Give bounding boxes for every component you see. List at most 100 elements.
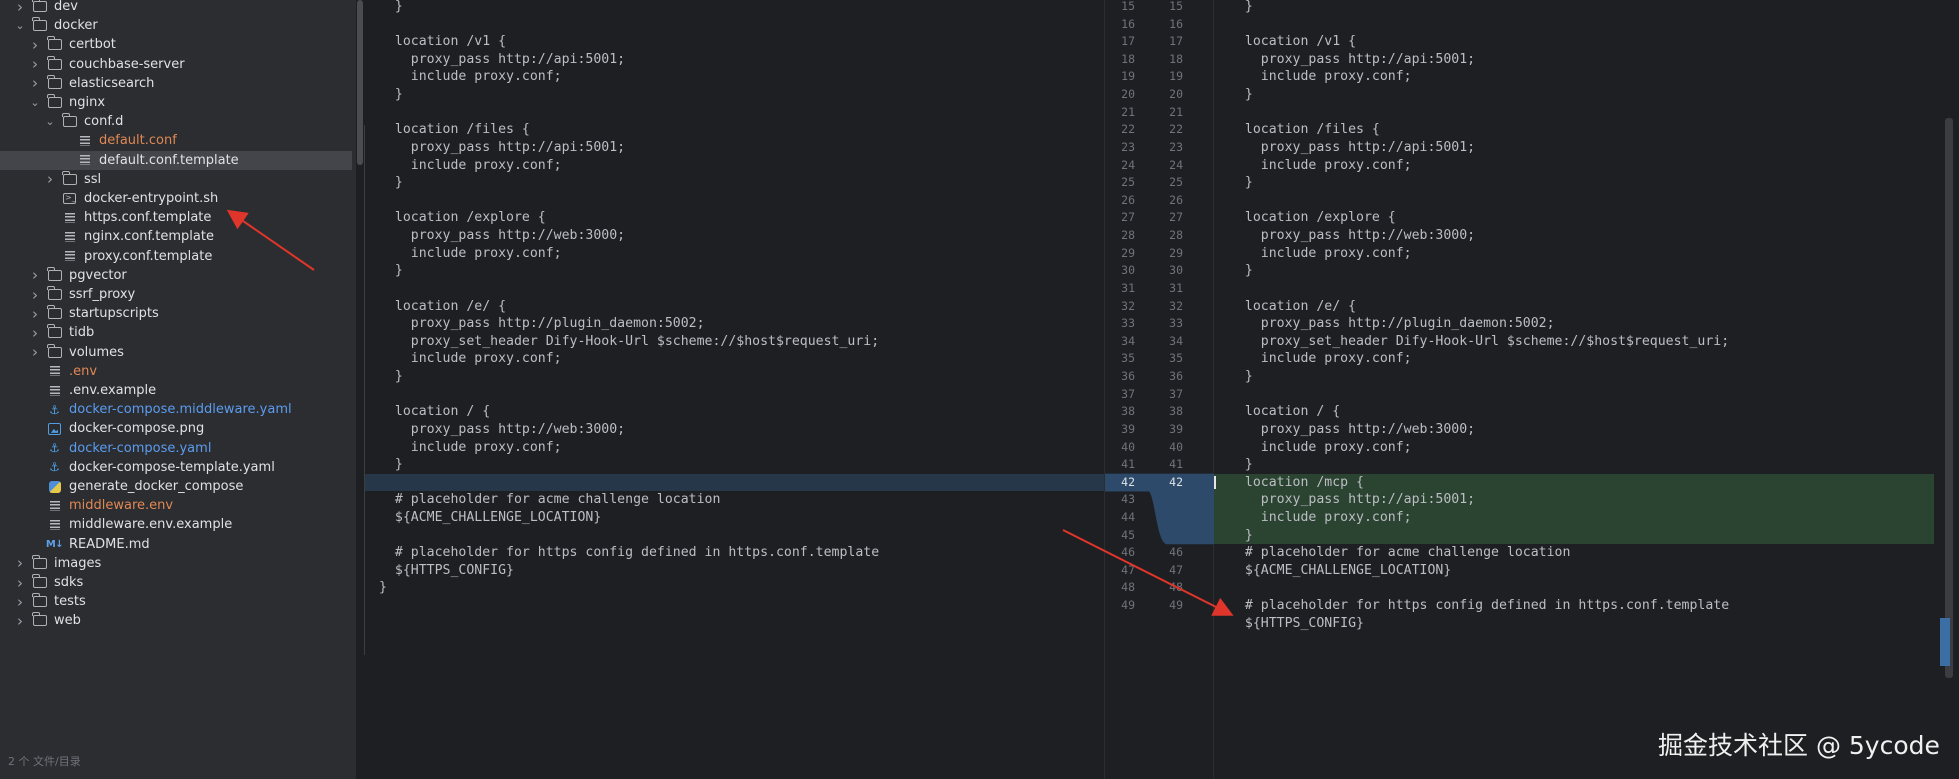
tree-item[interactable]: .env — [0, 362, 352, 381]
right-line-number: 48 — [1169, 580, 1183, 595]
code-line-text: include proxy.conf; — [1229, 439, 1412, 455]
code-line: proxy_set_header Dify-Hook-Url $scheme:/… — [1214, 333, 1959, 351]
left-line-number: 45 — [1121, 527, 1135, 542]
code-line: ${ACME_CHALLENGE_LOCATION} — [364, 509, 1104, 527]
right-line-number: 39 — [1169, 421, 1183, 436]
right-line-number: 34 — [1169, 333, 1183, 348]
tree-item[interactable]: › certbot — [0, 35, 352, 54]
right-line-number — [1159, 527, 1183, 545]
tree-item[interactable]: proxy.conf.template — [0, 247, 352, 266]
code-line-text: ${ACME_CHALLENGE_LOCATION} — [379, 509, 602, 525]
folder-icon — [47, 74, 62, 90]
tree-item[interactable]: › tidb — [0, 323, 352, 342]
code-line: # placeholder for acme challenge locatio… — [364, 491, 1104, 509]
left-line-number: 27 — [1121, 210, 1135, 225]
code-line-text: } — [379, 175, 403, 191]
code-line: # placeholder for acme challenge locatio… — [1214, 544, 1959, 562]
tree-item[interactable]: middleware.env.example — [0, 515, 352, 534]
folder-icon — [47, 343, 62, 359]
code-line: include proxy.conf; — [1214, 439, 1959, 457]
tree-item-label: default.conf — [99, 133, 177, 149]
tree-item[interactable]: ⌄ docker — [0, 16, 352, 35]
tree-item-label: conf.d — [84, 114, 124, 130]
code-line: } — [1214, 527, 1959, 545]
tree-item[interactable]: › startupscripts — [0, 304, 352, 323]
editor-scrollbar[interactable] — [1945, 118, 1953, 678]
tree-item[interactable]: › sdks — [0, 573, 352, 592]
tree-item[interactable]: .env.example — [0, 381, 352, 400]
tree-item[interactable]: › images — [0, 554, 352, 573]
tree-item-label: .env.example — [69, 383, 157, 398]
tree-item[interactable]: › volumes — [0, 343, 352, 362]
tree-item-label: dev — [54, 0, 78, 14]
chevron-down-icon[interactable]: ⌄ — [29, 91, 41, 115]
code-line: } — [1214, 368, 1959, 386]
chevron-right-icon[interactable]: › — [14, 609, 26, 633]
code-line: } — [364, 262, 1104, 280]
chevron-down-icon[interactable]: ⌄ — [14, 14, 26, 38]
left-line-number: 25 — [1121, 175, 1135, 190]
tree-item[interactable]: › ssrf_proxy — [0, 285, 352, 304]
left-line-number: 28 — [1121, 228, 1135, 243]
chevron-down-icon[interactable]: ⌄ — [44, 110, 56, 134]
tree-item-label: startupscripts — [69, 306, 159, 322]
code-line: include proxy.conf; — [364, 350, 1104, 368]
tree-item[interactable]: ⌄ conf.d — [0, 112, 352, 131]
right-line-number: 49 — [1169, 598, 1183, 613]
folder-icon — [32, 554, 47, 570]
tree-item[interactable]: ⚓ docker-compose-template.yaml — [0, 458, 352, 477]
folder-icon — [62, 170, 77, 186]
left-line-number: 21 — [1121, 104, 1135, 119]
code-line-text: proxy_pass http://web:3000; — [379, 228, 626, 244]
text-file-icon — [62, 230, 77, 244]
tree-scrollbar-thumb[interactable] — [357, 0, 363, 165]
tree-item-label: volumes — [69, 344, 124, 360]
tree-item-label: docker — [54, 18, 98, 34]
code-line: location /e/ { — [364, 298, 1104, 316]
left-line-number: 31 — [1121, 280, 1135, 295]
code-line: include proxy.conf; — [1214, 68, 1959, 86]
tree-item[interactable]: ⚓ docker-compose.yaml — [0, 439, 352, 458]
right-editor-pane[interactable]: } location /v1 { proxy_pass http://api:5… — [1214, 0, 1959, 779]
code-line: include proxy.conf; — [364, 157, 1104, 175]
right-line-number: 46 — [1169, 545, 1183, 560]
code-line: include proxy.conf; — [1214, 157, 1959, 175]
code-line: location /files { — [364, 121, 1104, 139]
tree-scrollbar[interactable] — [356, 0, 364, 779]
tree-item[interactable]: › couchbase-server — [0, 55, 352, 74]
left-editor-pane[interactable]: } location /v1 { proxy_pass http://api:5… — [364, 0, 1104, 779]
text-file-icon — [47, 384, 62, 398]
tree-item[interactable]: › web — [0, 611, 352, 630]
tree-item[interactable]: default.conf — [0, 131, 352, 150]
tree-item[interactable]: › tests — [0, 592, 352, 611]
code-line: location / { — [364, 403, 1104, 421]
tree-item[interactable]: › elasticsearch — [0, 74, 352, 93]
tree-item[interactable]: › dev — [0, 0, 352, 16]
tree-item[interactable]: generate_docker_compose — [0, 477, 352, 496]
code-line: } — [1214, 86, 1959, 104]
tree-item[interactable]: docker-compose.png — [0, 419, 352, 438]
docker-icon: ⚓ — [49, 402, 60, 417]
text-file-icon — [77, 153, 92, 167]
python-icon — [47, 480, 62, 494]
tree-item-label: middleware.env.example — [69, 517, 233, 533]
left-line-number: 23 — [1121, 139, 1135, 154]
code-line: # placeholder for https config defined i… — [364, 544, 1104, 562]
code-line-text: location /mcp { — [1229, 474, 1364, 490]
right-line-number: 15 — [1169, 0, 1183, 13]
left-line-number: 36 — [1121, 369, 1135, 384]
tree-item[interactable]: middleware.env — [0, 496, 352, 515]
tree-item-label: tidb — [69, 325, 95, 341]
tree-item[interactable]: M↓ README.md — [0, 535, 352, 554]
tree-item[interactable]: ⚓ docker-compose.middleware.yaml — [0, 400, 352, 419]
tree-item[interactable]: › pgvector — [0, 266, 352, 285]
right-line-number: 47 — [1169, 562, 1183, 577]
left-line-number: 40 — [1121, 439, 1135, 454]
code-line-text: include proxy.conf; — [379, 439, 562, 455]
code-line-text: include proxy.conf; — [1229, 509, 1412, 525]
